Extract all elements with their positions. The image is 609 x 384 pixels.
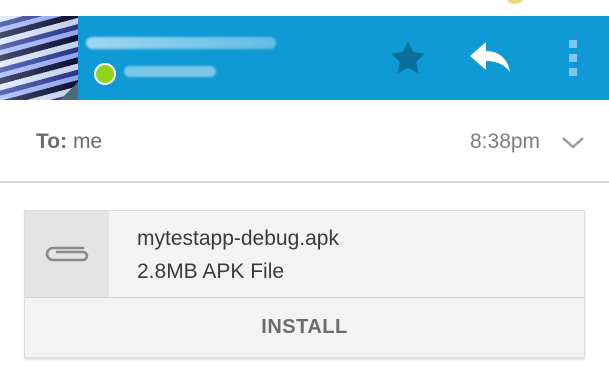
star-button[interactable] xyxy=(378,16,438,100)
sender-name-redacted xyxy=(86,37,276,49)
more-options-button[interactable] xyxy=(548,16,598,100)
message-time: 8:38pm xyxy=(470,130,541,153)
paperclip-icon xyxy=(45,246,89,262)
top-strip xyxy=(0,0,609,16)
more-vert-icon xyxy=(569,40,577,76)
attachment-card: mytestapp-debug.apk 2.8MB APK File INSTA… xyxy=(24,210,585,358)
avatar-corner-mark xyxy=(60,82,78,100)
recipient-line: To: me xyxy=(36,130,102,154)
header-divider xyxy=(0,181,609,183)
message-meta-row: To: me 8:38pm xyxy=(0,100,609,182)
attachment-file-name[interactable]: mytestapp-debug.apk xyxy=(137,227,339,251)
sender-avatar[interactable] xyxy=(0,16,78,100)
attachment-file-meta: 2.8MB APK File xyxy=(137,260,285,283)
star-icon xyxy=(391,41,425,74)
to-label: To: xyxy=(36,130,68,153)
online-status-icon xyxy=(94,63,116,85)
reply-icon xyxy=(470,42,510,72)
install-button[interactable]: INSTALL xyxy=(25,298,584,357)
notification-hint xyxy=(505,0,525,4)
message-header-bar xyxy=(78,16,609,100)
chevron-down-icon[interactable] xyxy=(560,134,586,152)
attachment-icon-box[interactable] xyxy=(25,211,109,297)
recipient-value: me xyxy=(72,130,103,153)
sender-address-redacted xyxy=(124,66,216,77)
reply-button[interactable] xyxy=(458,16,522,100)
